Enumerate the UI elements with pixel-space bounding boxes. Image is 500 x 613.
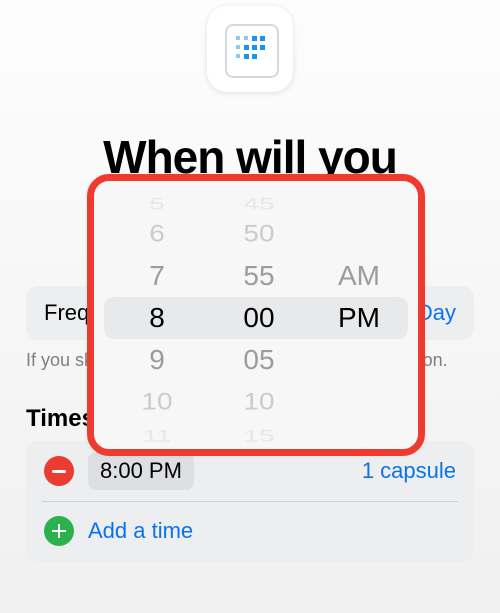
picker-minute-wheel[interactable]: 45 50 55 00 05 10 15 bbox=[214, 181, 304, 449]
picker-minute-selected: 00 bbox=[214, 297, 304, 339]
times-heading: Times bbox=[26, 405, 95, 433]
times-card: 8:00 PM 1 capsule Add a time bbox=[26, 441, 474, 562]
picker-ampm-selected: PM bbox=[316, 297, 402, 339]
medication-schedule-screen: When will you Frequency Every Day If you… bbox=[0, 0, 500, 613]
time-picker[interactable]: 5 6 7 8 9 10 11 45 50 55 00 05 10 15 AM … bbox=[87, 174, 425, 456]
time-value-pill[interactable]: 8:00 PM bbox=[88, 452, 194, 490]
remove-time-icon[interactable] bbox=[44, 456, 74, 486]
picker-hour-wheel[interactable]: 5 6 7 8 9 10 11 bbox=[112, 181, 202, 449]
calendar-icon bbox=[207, 6, 293, 92]
dose-value[interactable]: 1 capsule bbox=[362, 458, 456, 484]
add-time-row[interactable]: Add a time bbox=[26, 501, 474, 561]
picker-ampm-wheel[interactable]: AM PM bbox=[316, 181, 402, 449]
add-time-label: Add a time bbox=[88, 518, 193, 544]
add-time-icon[interactable] bbox=[44, 516, 74, 546]
picker-hour-selected: 8 bbox=[112, 297, 202, 339]
